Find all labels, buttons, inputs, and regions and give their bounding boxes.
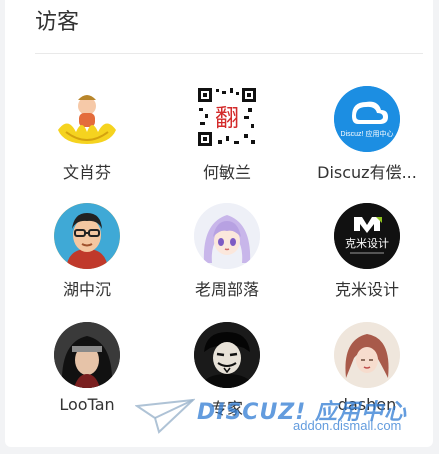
- visitor-item[interactable]: Discuz! 应用中心 Discuz有偿...: [297, 86, 437, 206]
- visitor-name[interactable]: 湖中沉: [17, 276, 157, 300]
- svg-text:翻: 翻: [215, 104, 239, 132]
- ninja-character-icon[interactable]: [54, 322, 120, 388]
- paper-plane-icon: [135, 398, 195, 434]
- visitor-item[interactable]: 湖中沉: [17, 203, 157, 323]
- visitor-item[interactable]: 克米设计 克米设计: [297, 203, 437, 323]
- visitor-name[interactable]: Discuz有偿...: [297, 159, 437, 183]
- anime-girl-icon[interactable]: [194, 203, 260, 269]
- visitor-item[interactable]: 文肖芬: [17, 86, 157, 206]
- kemi-logo-icon[interactable]: 克米设计: [334, 203, 400, 269]
- watermark-logo: DISCUZ! 应用中心 addon.dismall.com: [135, 394, 425, 440]
- cartoon-man-glasses-icon[interactable]: [54, 203, 120, 269]
- discuz-cloud-logo-icon[interactable]: Discuz! 应用中心: [334, 86, 400, 152]
- svg-text:克米设计: 克米设计: [345, 237, 389, 250]
- qr-seal-icon[interactable]: 翻: [196, 86, 258, 148]
- visitor-grid: 文肖芬 翻 何敏兰 Discuz! 应用中心 Discuz有偿... 湖中沉 老…: [5, 0, 433, 447]
- visitor-name[interactable]: 文肖芬: [17, 159, 157, 183]
- mask-icon[interactable]: [194, 322, 260, 388]
- discuz-badge-text: Discuz! 应用中心: [341, 129, 394, 138]
- visitors-panel: 访客 文肖芬 翻 何敏兰 Discuz! 应用中心 Discuz有偿... 湖中…: [5, 0, 433, 447]
- lotus-buddha-icon[interactable]: [52, 86, 122, 152]
- visitor-name[interactable]: 何敏兰: [157, 159, 297, 183]
- watermark-url: addon.dismall.com: [293, 418, 402, 433]
- visitor-name[interactable]: 老周部落: [157, 276, 297, 300]
- visitor-item[interactable]: 老周部落: [157, 203, 297, 323]
- visitor-name[interactable]: 克米设计: [297, 276, 437, 300]
- visitor-item[interactable]: 翻 何敏兰: [157, 86, 297, 206]
- sketch-girl-icon[interactable]: [334, 322, 400, 388]
